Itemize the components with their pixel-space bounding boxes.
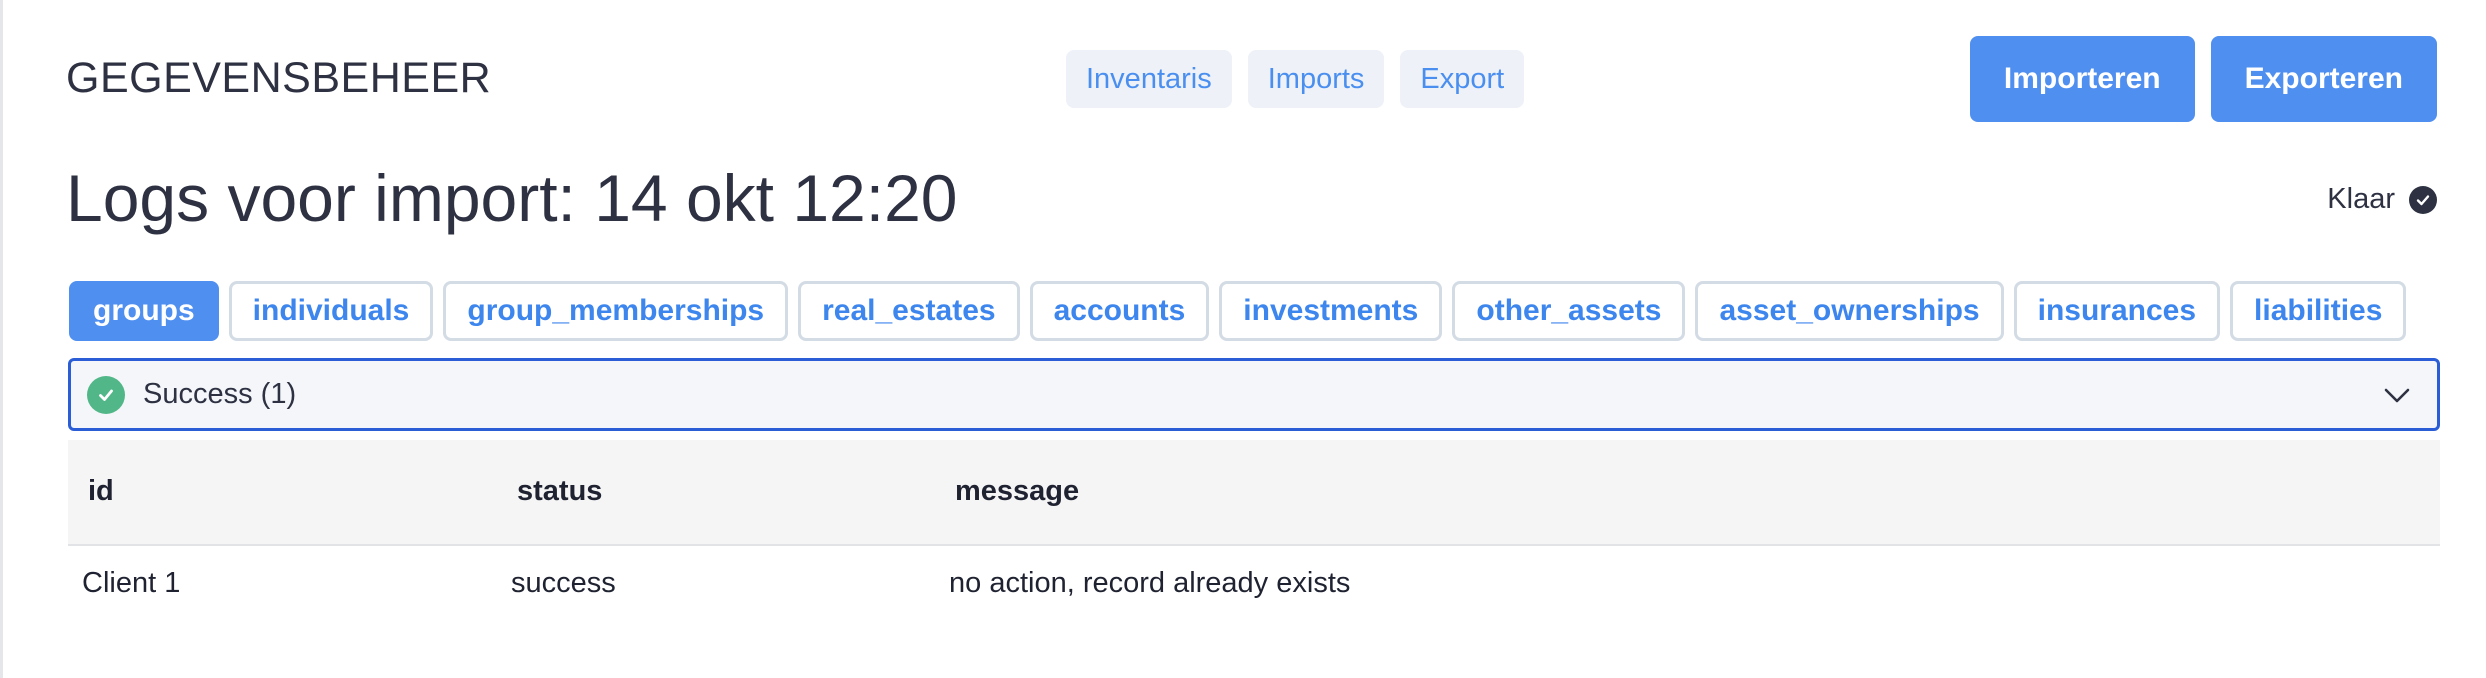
import-status: Klaar — [2327, 183, 2437, 216]
column-header-id: id — [88, 475, 114, 507]
page: GEGEVENSBEHEER Inventaris Imports Export… — [0, 0, 2486, 678]
export-button[interactable]: Exporteren — [2210, 36, 2437, 122]
page-title: Logs voor import: 14 okt 12:20 — [66, 161, 958, 235]
tab-asset-ownerships[interactable]: asset_ownerships — [1695, 281, 2004, 341]
header-actions: Importeren Exporteren — [1969, 36, 2437, 122]
tab-other-assets[interactable]: other_assets — [1452, 281, 1686, 341]
tab-real-estates[interactable]: real_estates — [798, 281, 1020, 341]
table-row: Client 1 success no action, record alrea… — [68, 546, 2440, 616]
app-title: GEGEVENSBEHEER — [66, 54, 492, 102]
check-circle-icon — [87, 375, 125, 414]
tab-accounts[interactable]: accounts — [1029, 281, 1210, 341]
cell-id: Client 1 — [82, 567, 181, 599]
nav-export[interactable]: Export — [1400, 50, 1525, 108]
check-circle-icon — [2409, 185, 2437, 214]
tab-group-memberships[interactable]: group_memberships — [443, 281, 789, 341]
nav-inventaris[interactable]: Inventaris — [1066, 50, 1232, 108]
accordion-label: Success (1) — [143, 378, 297, 410]
tab-investments[interactable]: investments — [1219, 281, 1443, 341]
column-header-status: status — [517, 475, 603, 507]
tab-insurances[interactable]: insurances — [2013, 281, 2221, 341]
log-table: id status message Client 1 success no ac… — [68, 440, 2440, 616]
cell-message: no action, record already exists — [949, 567, 1351, 599]
success-accordion-header[interactable]: Success (1) — [68, 358, 2440, 431]
chevron-down-icon[interactable] — [2381, 379, 2413, 411]
top-nav: Inventaris Imports Export — [1066, 50, 1525, 108]
tab-liabilities[interactable]: liabilities — [2230, 281, 2407, 341]
entity-tabs: groups individuals group_memberships rea… — [69, 281, 2407, 341]
table-header: id status message — [68, 440, 2440, 546]
cell-status: success — [511, 567, 616, 599]
tab-individuals[interactable]: individuals — [228, 281, 434, 341]
column-header-message: message — [955, 475, 1080, 507]
tab-groups[interactable]: groups — [69, 281, 219, 341]
import-button[interactable]: Importeren — [1969, 36, 2195, 122]
status-label: Klaar — [2327, 183, 2395, 215]
nav-imports[interactable]: Imports — [1247, 50, 1385, 108]
